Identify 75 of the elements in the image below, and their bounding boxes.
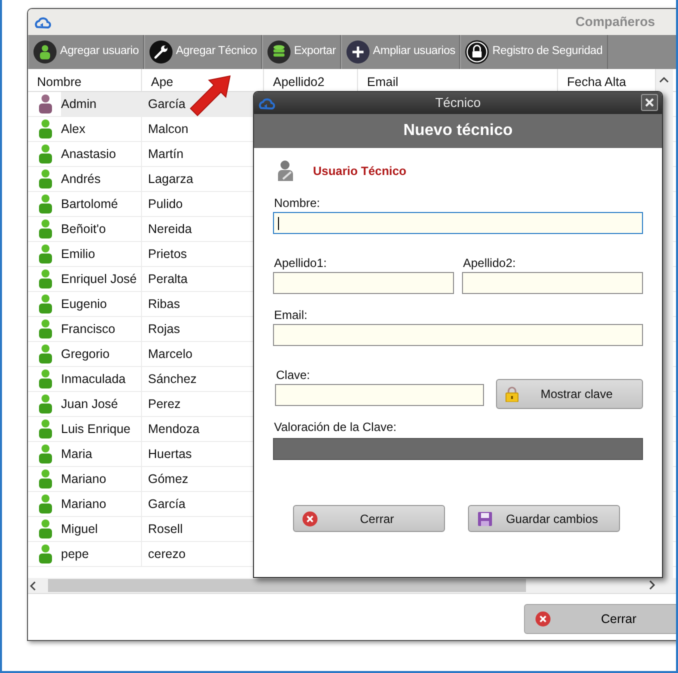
input-field[interactable]	[275, 384, 484, 406]
table-cell[interactable]: pepe	[61, 542, 89, 566]
person-icon	[38, 344, 53, 364]
table-cell[interactable]: Anastasio	[61, 142, 116, 166]
field-label: Valoración de la Clave:	[273, 419, 398, 432]
table-cell[interactable]: Juan José	[61, 392, 118, 416]
dialog-title: Técnico	[435, 94, 481, 112]
close-icon	[302, 510, 318, 526]
app-logo-icon	[34, 15, 51, 29]
close-button[interactable]	[641, 94, 658, 111]
table-cell[interactable]: Francisco	[61, 317, 116, 341]
input-field[interactable]	[462, 272, 643, 294]
table-cell[interactable]: Beñoit'o	[61, 217, 106, 241]
dialog-header: Nuevo técnico	[254, 114, 662, 148]
person-icon	[38, 394, 53, 414]
table-cell[interactable]: Luis Enrique	[61, 417, 130, 441]
person-icon	[38, 519, 53, 539]
person-icon	[38, 119, 53, 139]
database-icon	[267, 40, 291, 64]
wrench-icon	[148, 40, 173, 64]
input-field[interactable]	[273, 324, 643, 346]
technician-icon	[277, 160, 295, 182]
field-label: Email:	[273, 307, 308, 320]
person-icon	[38, 169, 53, 189]
padlock-icon	[505, 386, 520, 402]
person-icon	[38, 244, 53, 264]
table-cell[interactable]: Mariano	[61, 467, 106, 491]
table-cell[interactable]: Mariano	[61, 492, 106, 516]
column-header[interactable]: Nombre	[28, 69, 142, 91]
show-password-button[interactable]: Mostrar clave	[496, 379, 643, 409]
person-icon	[38, 94, 53, 114]
person-icon	[38, 144, 53, 164]
table-cell[interactable]: Emilio	[61, 242, 96, 266]
table-cell[interactable]: Inmaculada	[61, 367, 126, 391]
field-label: Clave:	[275, 367, 312, 380]
person-icon	[38, 294, 53, 314]
table-cell[interactable]: Alex	[61, 117, 86, 141]
field-label: Apellido2:	[462, 255, 517, 268]
annotation-arrow	[188, 74, 233, 118]
section-title: Usuario Técnico	[313, 163, 406, 180]
field-label: Nombre:	[273, 195, 322, 208]
person-icon	[38, 419, 53, 439]
table-cell[interactable]: Andrés	[61, 167, 101, 191]
person-icon	[38, 469, 53, 489]
close-button[interactable]: Cerrar	[293, 505, 445, 532]
person-icon	[38, 494, 53, 514]
plus-icon	[346, 40, 370, 64]
table-cell[interactable]: Enriquel José	[61, 267, 137, 291]
save-button[interactable]: Guardar cambios	[468, 505, 620, 532]
close-icon	[535, 611, 551, 627]
input-field[interactable]	[273, 272, 454, 294]
horizontal-scrollbar[interactable]	[28, 578, 676, 593]
person-icon	[38, 194, 53, 214]
close-button[interactable]: Cerrar	[524, 604, 676, 634]
person-icon	[38, 444, 53, 464]
table-cell[interactable]: Bartolomé	[61, 192, 118, 216]
table-cell[interactable]: Maria	[61, 442, 92, 466]
person-icon	[38, 269, 53, 289]
person-icon	[33, 40, 57, 64]
scroll-right-icon[interactable]	[647, 580, 657, 590]
app-logo-icon	[258, 96, 275, 110]
padlock-icon	[465, 40, 490, 64]
person-icon	[38, 544, 53, 564]
table-cell[interactable]: Eugenio	[61, 292, 107, 316]
scroll-up-icon[interactable]	[659, 75, 669, 83]
person-icon	[38, 369, 53, 389]
window-title: Compañeros	[576, 13, 655, 32]
table-cell[interactable]: Gregorio	[61, 342, 110, 366]
person-icon	[38, 219, 53, 239]
table-cell[interactable]: Miguel	[61, 517, 98, 541]
person-icon	[38, 319, 53, 339]
scroll-left-icon[interactable]	[28, 580, 38, 590]
field-label: Apellido1:	[273, 255, 328, 268]
input-field[interactable]	[273, 212, 643, 234]
close-icon	[645, 98, 654, 107]
